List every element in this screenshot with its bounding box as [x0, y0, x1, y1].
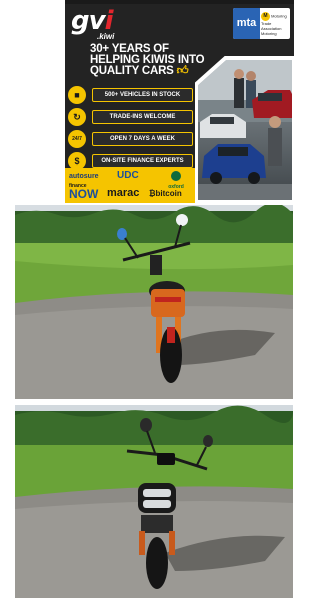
feature-label: OPEN 7 DAYS A WEEK	[92, 132, 193, 146]
autosure-logo: autosure	[69, 173, 99, 180]
feature-list: ■ 500+ VEHICLES IN STOCK ↻ TRADE-INS WEL…	[65, 86, 195, 174]
scooter-front-graphic	[15, 405, 293, 598]
finance-now-label: NOW	[69, 187, 99, 201]
refresh-icon: ↻	[68, 108, 86, 126]
mta-text: M Motoring Trade Association Motoring	[261, 12, 290, 36]
advertisement-banner[interactable]: gvi .kiwi mta M Motoring Trade Associati…	[65, 0, 294, 203]
scooter-rear-graphic	[15, 205, 293, 399]
udc-logo: UDC	[117, 170, 139, 181]
mta-badge: mta M Motoring Trade Association Motorin…	[233, 8, 290, 39]
finance-partners: autosure UDC oxford finance NOW marac ₿b…	[65, 168, 195, 203]
ad-top-bar	[65, 0, 294, 4]
logo-wordmark: gvi	[71, 8, 113, 34]
dealership-photo-graphic	[198, 60, 292, 200]
feature-item: ■ 500+ VEHICLES IN STOCK	[65, 86, 195, 104]
feature-label: TRADE-INS WELCOME	[92, 110, 193, 124]
logo-subtext: .kiwi	[97, 32, 115, 41]
bitcoin-logo: ₿bitcoin	[149, 189, 182, 198]
mta-logo: mta	[233, 8, 260, 39]
mta-line-1: Motoring	[271, 13, 287, 19]
mta-line-4: Motoring	[261, 31, 277, 36]
feature-label: 500+ VEHICLES IN STOCK	[92, 88, 193, 102]
feature-item: 24/7 OPEN 7 DAYS A WEEK	[65, 130, 195, 148]
car-icon: ■	[68, 86, 86, 104]
dealership-photo	[198, 60, 292, 200]
marac-logo: marac	[107, 187, 140, 199]
feature-label: ON-SITE FINANCE EXPERTS	[92, 154, 193, 168]
scooter-rear-photo[interactable]	[15, 205, 293, 399]
mta-circle-icon: M	[261, 12, 270, 21]
clock-icon: 24/7	[68, 130, 86, 148]
thumbs-up-icon: 👍︎	[176, 65, 189, 77]
scooter-front-photo[interactable]	[15, 405, 293, 598]
gvi-logo: gvi .kiwi	[71, 8, 151, 41]
finance-now-logo: finance NOW	[69, 184, 99, 201]
feature-item: ↻ TRADE-INS WELCOME	[65, 108, 195, 126]
headline-line-3: QUALITY CARS	[90, 65, 174, 77]
